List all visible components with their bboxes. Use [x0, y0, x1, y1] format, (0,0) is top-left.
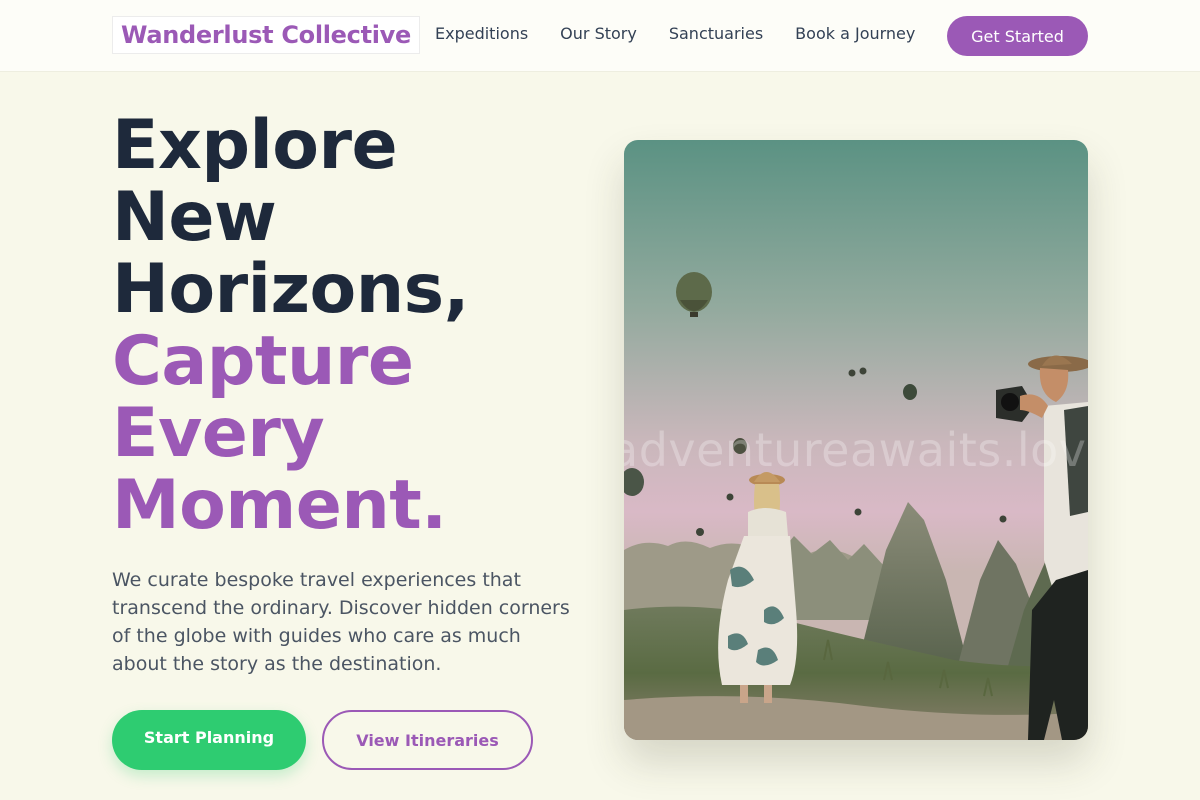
hero-title-line: Explore: [112, 106, 398, 185]
hero-title-line: New: [112, 178, 277, 257]
top-navigation-bar: Wanderlust Collective Expeditions Our St…: [0, 0, 1200, 72]
nav-link-our-story[interactable]: Our Story: [560, 24, 637, 43]
hero-photo: adventureawaits.love: [624, 140, 1088, 740]
brand-logo[interactable]: Wanderlust Collective: [112, 16, 420, 54]
main-nav: Expeditions Our Story Sanctuaries Book a…: [435, 24, 915, 43]
nav-link-book-a-journey[interactable]: Book a Journey: [795, 24, 915, 43]
nav-link-sanctuaries[interactable]: Sanctuaries: [669, 24, 763, 43]
start-planning-button[interactable]: Start Planning: [112, 710, 306, 770]
hero-title-highlight-line: Every: [112, 394, 325, 473]
hero-title: Explore New Horizons, Capture Every Mome…: [112, 110, 469, 542]
get-started-button[interactable]: Get Started: [947, 16, 1088, 56]
hero-title-line: Horizons,: [112, 250, 469, 329]
hero-description: We curate bespoke travel experiences tha…: [112, 569, 570, 675]
photo-watermark: adventureawaits.love: [624, 423, 1088, 477]
view-itineraries-button[interactable]: View Itineraries: [322, 710, 533, 770]
nav-link-expeditions[interactable]: Expeditions: [435, 24, 528, 43]
hot-air-balloon: [903, 384, 917, 400]
hero-title-highlight-line: Moment.: [112, 466, 447, 545]
hero-title-highlight-line: Capture: [112, 322, 414, 401]
